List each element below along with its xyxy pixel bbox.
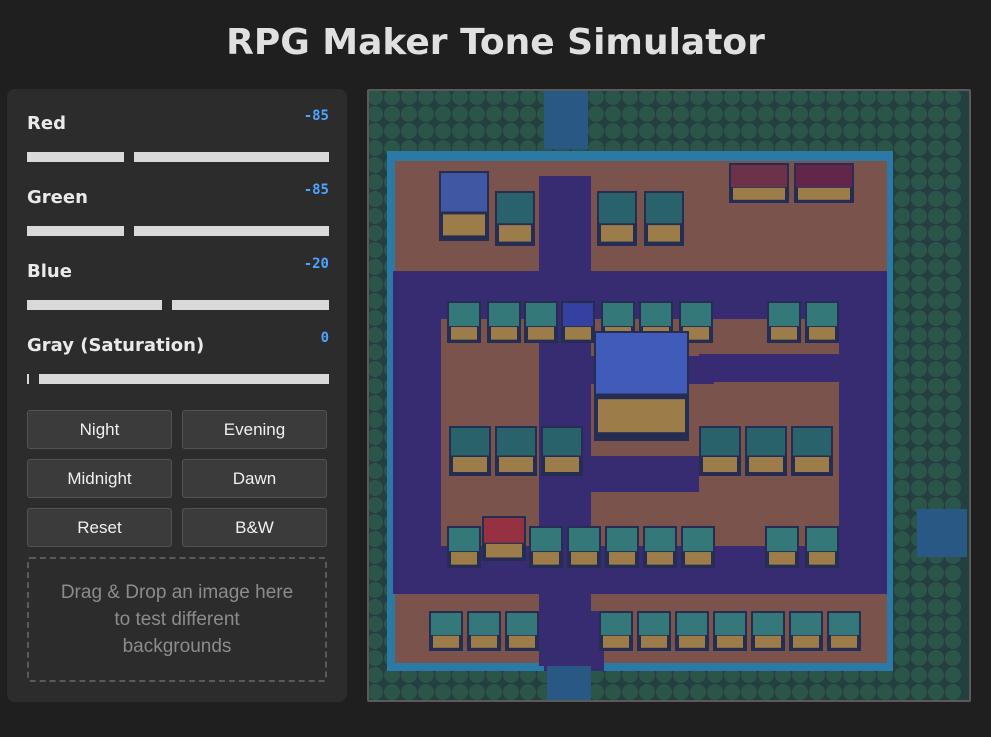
gray-slider-group: Gray (Saturation) 0 xyxy=(27,330,329,386)
tone-controls-panel: Red -85 Green -85 Blue -20 Gray (Saturat… xyxy=(7,89,347,702)
green-slider[interactable] xyxy=(27,224,329,238)
image-dropzone[interactable]: Drag & Drop an image here to test differ… xyxy=(27,557,327,682)
red-slider-thumb[interactable] xyxy=(124,150,134,164)
gray-slider-thumb[interactable] xyxy=(29,372,39,386)
tone-overlay xyxy=(369,91,969,700)
blue-slider-thumb[interactable] xyxy=(162,298,172,312)
gray-slider-track xyxy=(27,374,329,384)
red-slider-value: -85 xyxy=(303,108,329,124)
green-slider-value: -85 xyxy=(303,182,329,198)
green-slider-label: Green xyxy=(27,187,88,208)
green-slider-group: Green -85 xyxy=(27,182,329,238)
red-slider-track xyxy=(27,152,329,162)
page-title: RPG Maker Tone Simulator xyxy=(226,22,765,63)
red-slider-group: Red -85 xyxy=(27,108,329,164)
blue-slider-value: -20 xyxy=(303,256,329,272)
town-map-image xyxy=(369,91,969,700)
preview-canvas xyxy=(367,89,971,702)
evening-button[interactable]: Evening xyxy=(182,410,327,449)
blue-slider-group: Blue -20 xyxy=(27,256,329,312)
blue-slider-label: Blue xyxy=(27,261,72,282)
gray-slider-label: Gray (Saturation) xyxy=(27,335,205,356)
green-slider-track xyxy=(27,226,329,236)
bw-button[interactable]: B&W xyxy=(182,508,327,547)
dropzone-text: Drag & Drop an image here to test differ… xyxy=(60,582,294,657)
blue-slider[interactable] xyxy=(27,298,329,312)
gray-slider[interactable] xyxy=(27,372,329,386)
midnight-button[interactable]: Midnight xyxy=(27,459,172,498)
gray-slider-value: 0 xyxy=(320,330,329,346)
red-slider-label: Red xyxy=(27,113,66,134)
reset-button[interactable]: Reset xyxy=(27,508,172,547)
red-slider[interactable] xyxy=(27,150,329,164)
dawn-button[interactable]: Dawn xyxy=(182,459,327,498)
night-button[interactable]: Night xyxy=(27,410,172,449)
green-slider-thumb[interactable] xyxy=(124,224,134,238)
blue-slider-track xyxy=(27,300,329,310)
